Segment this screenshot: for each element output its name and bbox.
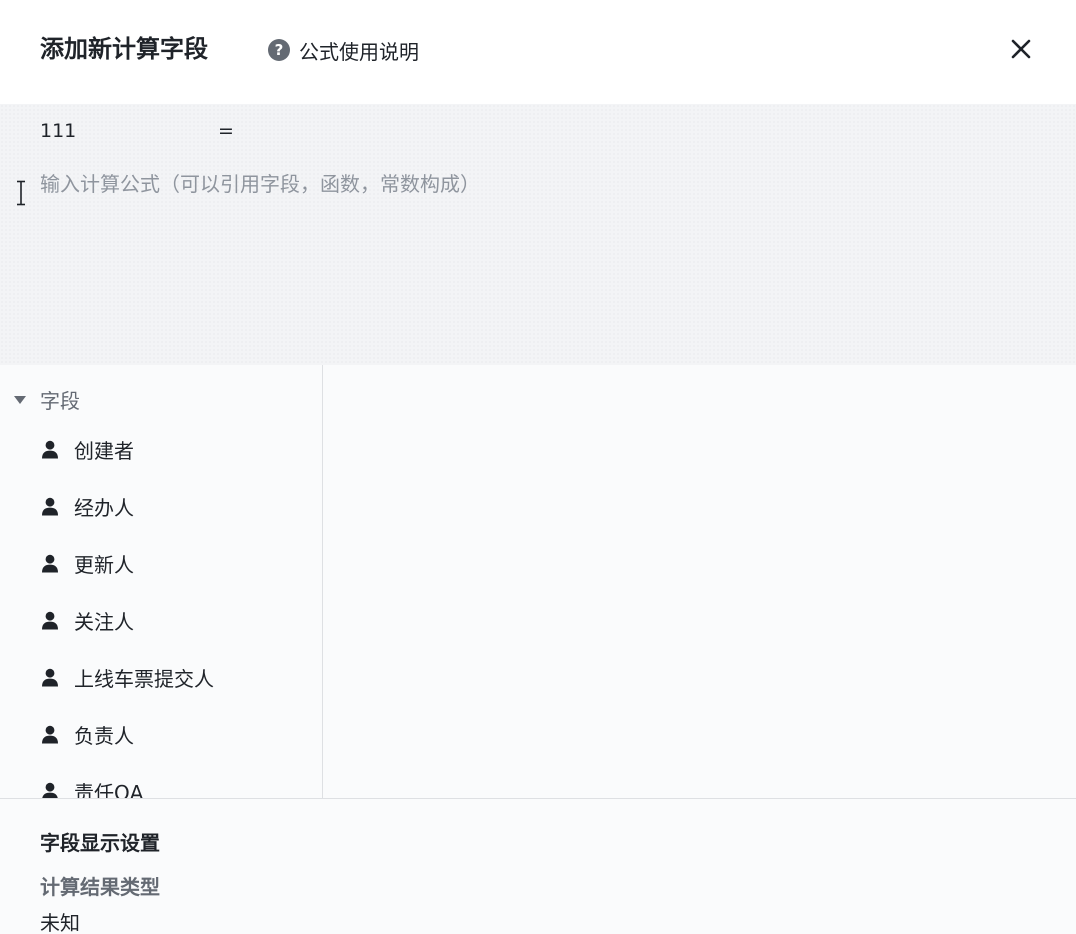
text-cursor-icon bbox=[17, 180, 25, 206]
field-item-label: 负责人 bbox=[74, 724, 134, 748]
person-icon bbox=[40, 782, 60, 798]
close-button[interactable] bbox=[1006, 34, 1036, 64]
formula-editor: 111 = bbox=[0, 104, 1076, 365]
field-item-updater[interactable]: 更新人 bbox=[0, 535, 322, 592]
person-icon bbox=[40, 554, 60, 574]
field-item-label: 经办人 bbox=[74, 496, 134, 520]
field-item-label: 更新人 bbox=[74, 553, 134, 577]
equals-sign: = bbox=[218, 120, 234, 142]
field-list: 创建者 经办人 更新人 关注人 上线车票提交人 负责人 责任QA bbox=[0, 421, 322, 798]
display-settings-section: 字段显示设置 计算结果类型 未知 bbox=[0, 798, 1076, 934]
display-settings-title: 字段显示设置 bbox=[40, 831, 160, 855]
function-detail-panel bbox=[323, 365, 1076, 798]
field-item-follower[interactable]: 关注人 bbox=[0, 592, 322, 649]
dialog-header: 添加新计算字段 ? 公式使用说明 bbox=[0, 0, 1076, 104]
person-icon bbox=[40, 440, 60, 460]
field-item-label: 创建者 bbox=[74, 439, 134, 463]
field-item-owner[interactable]: 负责人 bbox=[0, 706, 322, 763]
fields-group-label: 字段 bbox=[40, 389, 80, 413]
person-icon bbox=[40, 668, 60, 688]
result-type-label: 计算结果类型 bbox=[40, 875, 160, 899]
formula-input[interactable] bbox=[30, 164, 1030, 344]
close-icon bbox=[1011, 39, 1031, 59]
dialog-title: 添加新计算字段 bbox=[40, 35, 208, 63]
field-item-label: 上线车票提交人 bbox=[74, 667, 214, 691]
field-item-assignee[interactable]: 经办人 bbox=[0, 478, 322, 535]
question-circle-icon: ? bbox=[268, 39, 290, 61]
formula-help-label: 公式使用说明 bbox=[299, 39, 419, 64]
caret-down-icon bbox=[14, 395, 26, 404]
field-item-release-ticket-submitter[interactable]: 上线车票提交人 bbox=[0, 649, 322, 706]
result-type-value: 未知 bbox=[40, 911, 80, 934]
fields-panel: 字段 创建者 经办人 更新人 关注人 上线车票提交人 负责人 责任QA bbox=[0, 365, 323, 798]
fields-group-toggle[interactable]: 字段 bbox=[14, 385, 80, 414]
formula-help-link[interactable]: ? 公式使用说明 bbox=[268, 36, 419, 64]
field-name-value[interactable]: 111 bbox=[40, 118, 76, 144]
field-item-label: 关注人 bbox=[74, 610, 134, 634]
person-icon bbox=[40, 611, 60, 631]
field-item-creator[interactable]: 创建者 bbox=[0, 421, 322, 478]
person-icon bbox=[40, 497, 60, 517]
person-icon bbox=[40, 725, 60, 745]
add-calculated-field-dialog: 添加新计算字段 ? 公式使用说明 111 = 字段 bbox=[0, 0, 1076, 934]
field-item-label: 责任QA bbox=[74, 781, 144, 798]
field-item-responsible-qa[interactable]: 责任QA bbox=[0, 763, 322, 798]
